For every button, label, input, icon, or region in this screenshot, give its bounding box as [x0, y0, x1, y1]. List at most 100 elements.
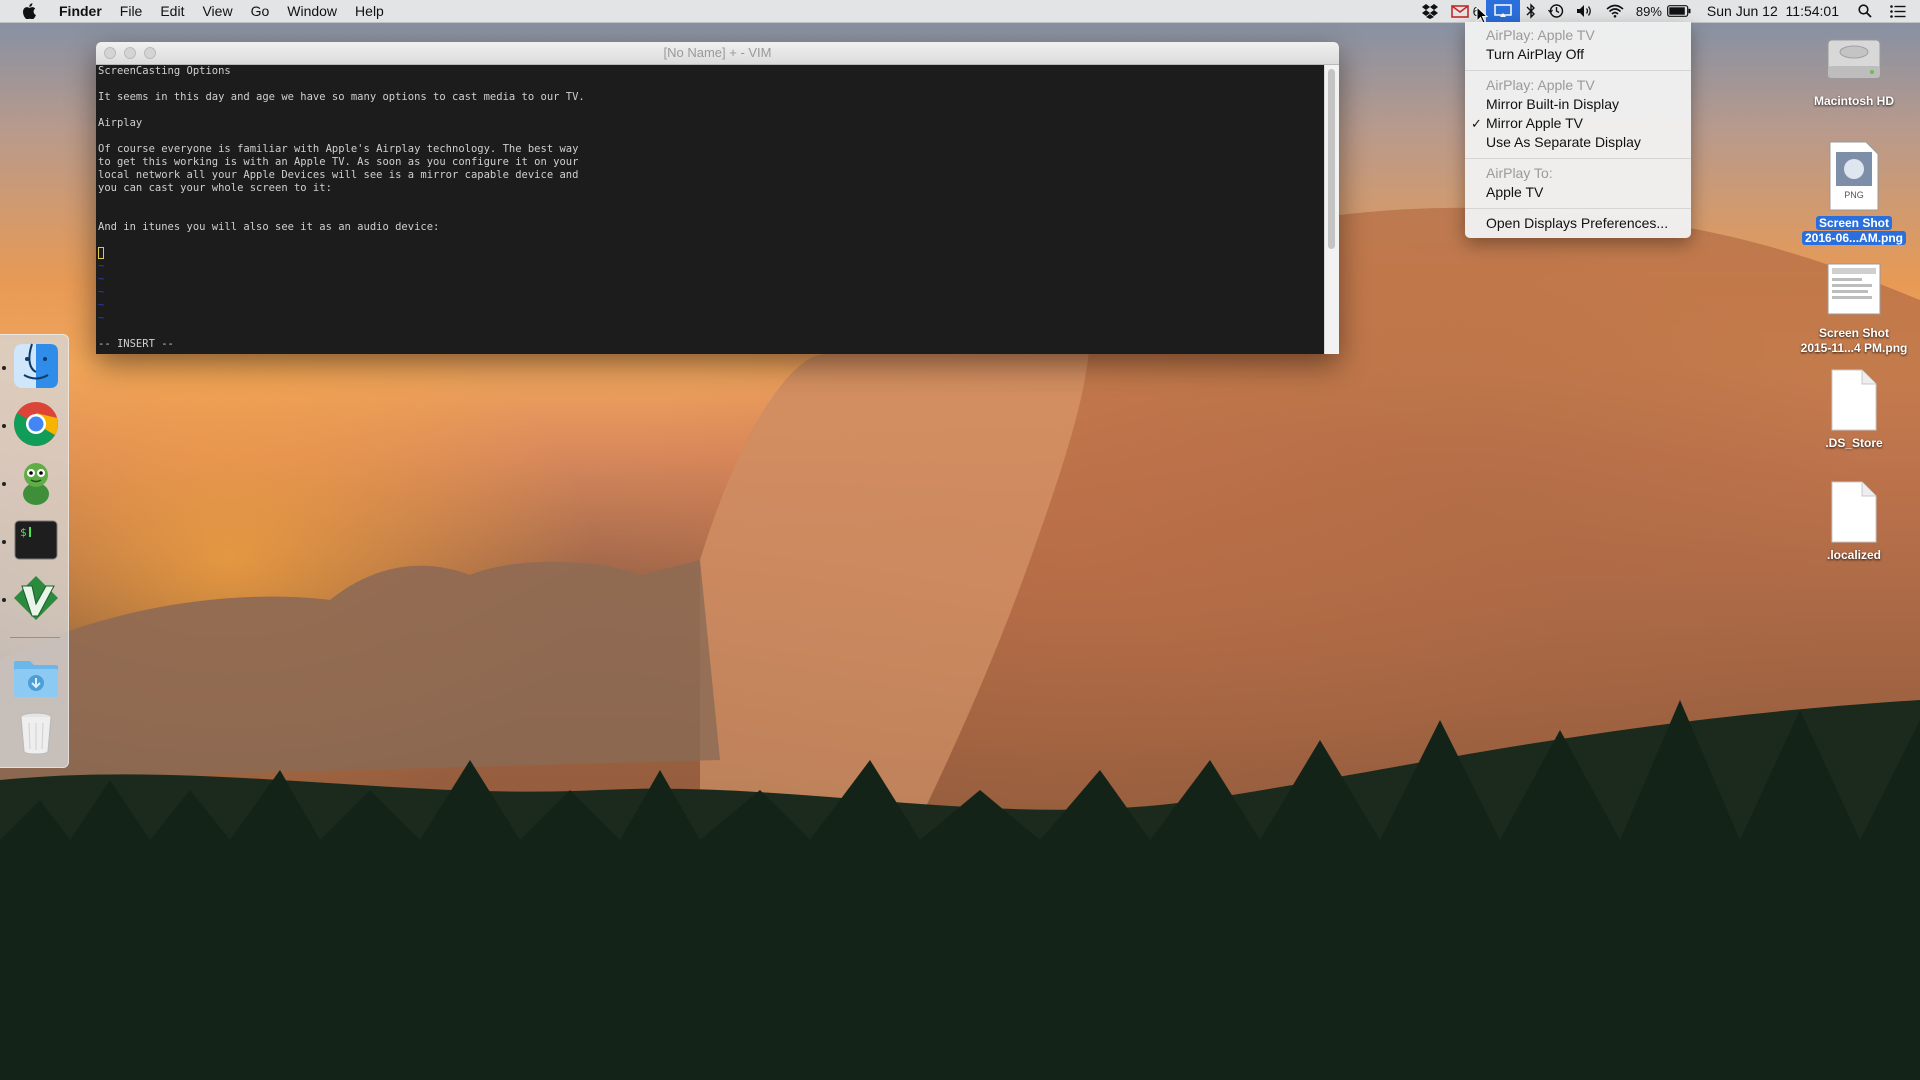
macintosh-hd-label: Macintosh HD	[1813, 94, 1894, 108]
zoom-button[interactable]	[144, 47, 156, 59]
trash-icon[interactable]	[12, 709, 60, 757]
editor-line: It seems in this day and age we have so …	[98, 91, 585, 103]
tilde-line: ~	[98, 273, 105, 285]
vertical-scrollbar[interactable]	[1324, 65, 1339, 354]
screenshot-2016-file[interactable]: PNG Screen Shot 2016-06...AM.png	[1784, 140, 1920, 246]
macintosh-hd-icon[interactable]: Macintosh HD	[1784, 26, 1920, 109]
mirror-built-in-display-item[interactable]: Mirror Built-in Display	[1465, 95, 1691, 114]
image-file-icon	[1827, 263, 1881, 315]
open-displays-preferences-item[interactable]: Open Displays Preferences...	[1465, 214, 1691, 233]
turn-airplay-off-item[interactable]: Turn AirPlay Off	[1465, 45, 1691, 64]
airplay-display-header: AirPlay: Apple TV	[1486, 77, 1595, 93]
mail-icon	[1450, 4, 1469, 18]
mirror-apple-tv-label: Mirror Apple TV	[1486, 115, 1583, 131]
running-indicator	[2, 482, 6, 486]
tilde-line: ~	[98, 286, 105, 298]
minimize-button[interactable]	[124, 47, 136, 59]
hard-drive-icon	[1827, 39, 1881, 79]
running-indicator	[2, 424, 6, 428]
use-as-separate-display-item[interactable]: Use As Separate Display	[1465, 133, 1691, 152]
airplay-display-icon[interactable]	[1485, 0, 1520, 22]
running-indicator	[2, 540, 6, 544]
png-badge: PNG	[1844, 190, 1864, 200]
vim-titlebar[interactable]: [No Name] + - VIM	[96, 42, 1339, 65]
running-indicator	[2, 366, 6, 370]
vim-mode-indicator: -- INSERT --	[98, 338, 174, 350]
menu-separator	[1465, 70, 1691, 71]
tilde-line: ~	[98, 299, 105, 311]
localized-label: .localized	[1826, 548, 1882, 562]
wifi-icon[interactable]	[1600, 0, 1630, 22]
screenshot-2015-label-line2: 2015-11...4 PM.png	[1800, 341, 1908, 355]
time-machine-icon[interactable]	[1542, 0, 1570, 22]
cursor-line	[98, 247, 1325, 260]
editor-line: local network all your Apple Devices wil…	[98, 169, 579, 181]
adium-icon[interactable]	[12, 458, 60, 506]
dropbox-icon[interactable]	[1415, 0, 1445, 22]
tilde-line: ~	[98, 260, 105, 272]
volume-icon[interactable]	[1570, 0, 1600, 22]
finder-icon[interactable]	[12, 342, 60, 390]
airplay-menu-header: AirPlay: Apple TV	[1486, 27, 1595, 43]
bluetooth-icon[interactable]	[1520, 0, 1542, 22]
tilde-line: ~	[98, 312, 105, 324]
checkmark-icon: ✓	[1471, 116, 1482, 131]
vim-window: [No Name] + - VIM ScreenCasting Options …	[96, 42, 1339, 354]
apple-menu-icon[interactable]	[18, 3, 40, 19]
ds-store-file[interactable]: .DS_Store	[1784, 368, 1920, 451]
document-icon	[1831, 481, 1877, 543]
vim-editor[interactable]: ScreenCasting Options It seems in this d…	[96, 65, 1325, 354]
menu-app-name[interactable]: Finder	[50, 0, 111, 22]
airplay-to-header: AirPlay To:	[1486, 165, 1553, 181]
downloads-folder-icon[interactable]	[12, 653, 60, 701]
window-title: [No Name] + - VIM	[663, 45, 772, 60]
menu-window[interactable]: Window	[278, 0, 346, 22]
spotlight-search-icon[interactable]	[1849, 0, 1881, 22]
dock-separator	[10, 637, 60, 638]
menu-separator	[1465, 208, 1691, 209]
editor-line: And in itunes you will also see it as an…	[98, 221, 440, 233]
menu-file[interactable]: File	[111, 0, 152, 22]
menu-edit[interactable]: Edit	[151, 0, 193, 22]
text-cursor	[98, 247, 104, 259]
clock[interactable]: Sun Jun 12 11:54:01	[1697, 0, 1849, 22]
menu-help[interactable]: Help	[346, 0, 393, 22]
menu-go[interactable]: Go	[242, 0, 279, 22]
battery-percent: 89%	[1635, 3, 1662, 19]
terminal-icon[interactable]: $	[12, 516, 60, 564]
menu-separator	[1465, 158, 1691, 159]
menu-bar: Finder File Edit View Go Window Help 6 8…	[0, 0, 1920, 23]
mirror-apple-tv-item[interactable]: ✓ Mirror Apple TV	[1465, 114, 1691, 133]
svg-text:$: $	[20, 526, 27, 539]
ds-store-label: .DS_Store	[1825, 436, 1883, 450]
menu-view[interactable]: View	[193, 0, 241, 22]
vim-icon[interactable]	[12, 574, 60, 622]
dock: $	[0, 334, 69, 768]
screenshot-2016-label-line2: 2016-06...AM.png	[1801, 231, 1907, 245]
notification-center-icon[interactable]	[1881, 0, 1920, 22]
localized-file[interactable]: .localized	[1784, 480, 1920, 563]
apple-tv-item[interactable]: Apple TV	[1465, 183, 1691, 202]
screenshot-2016-label-line1: Screen Shot	[1815, 216, 1893, 230]
chrome-icon[interactable]	[12, 400, 60, 448]
close-button[interactable]	[104, 47, 116, 59]
editor-line: you can cast your whole screen to it:	[98, 182, 332, 194]
editor-line: to get this working is with an Apple TV.…	[98, 156, 579, 168]
battery-status-item[interactable]: 89%	[1630, 0, 1697, 22]
running-indicator	[2, 598, 6, 602]
png-file-icon	[1829, 141, 1879, 211]
screenshot-2015-label-line1: Screen Shot	[1818, 326, 1890, 340]
editor-line: ScreenCasting Options	[98, 65, 231, 77]
battery-icon	[1667, 5, 1691, 17]
editor-line: Airplay	[98, 117, 143, 129]
screenshot-2015-file[interactable]: Screen Shot 2015-11...4 PM.png	[1784, 258, 1920, 356]
scrollbar-thumb[interactable]	[1328, 69, 1335, 249]
editor-line: Of course everyone is familiar with Appl…	[98, 143, 579, 155]
airplay-dropdown-menu: AirPlay: Apple TV Turn AirPlay Off AirPl…	[1465, 22, 1691, 238]
